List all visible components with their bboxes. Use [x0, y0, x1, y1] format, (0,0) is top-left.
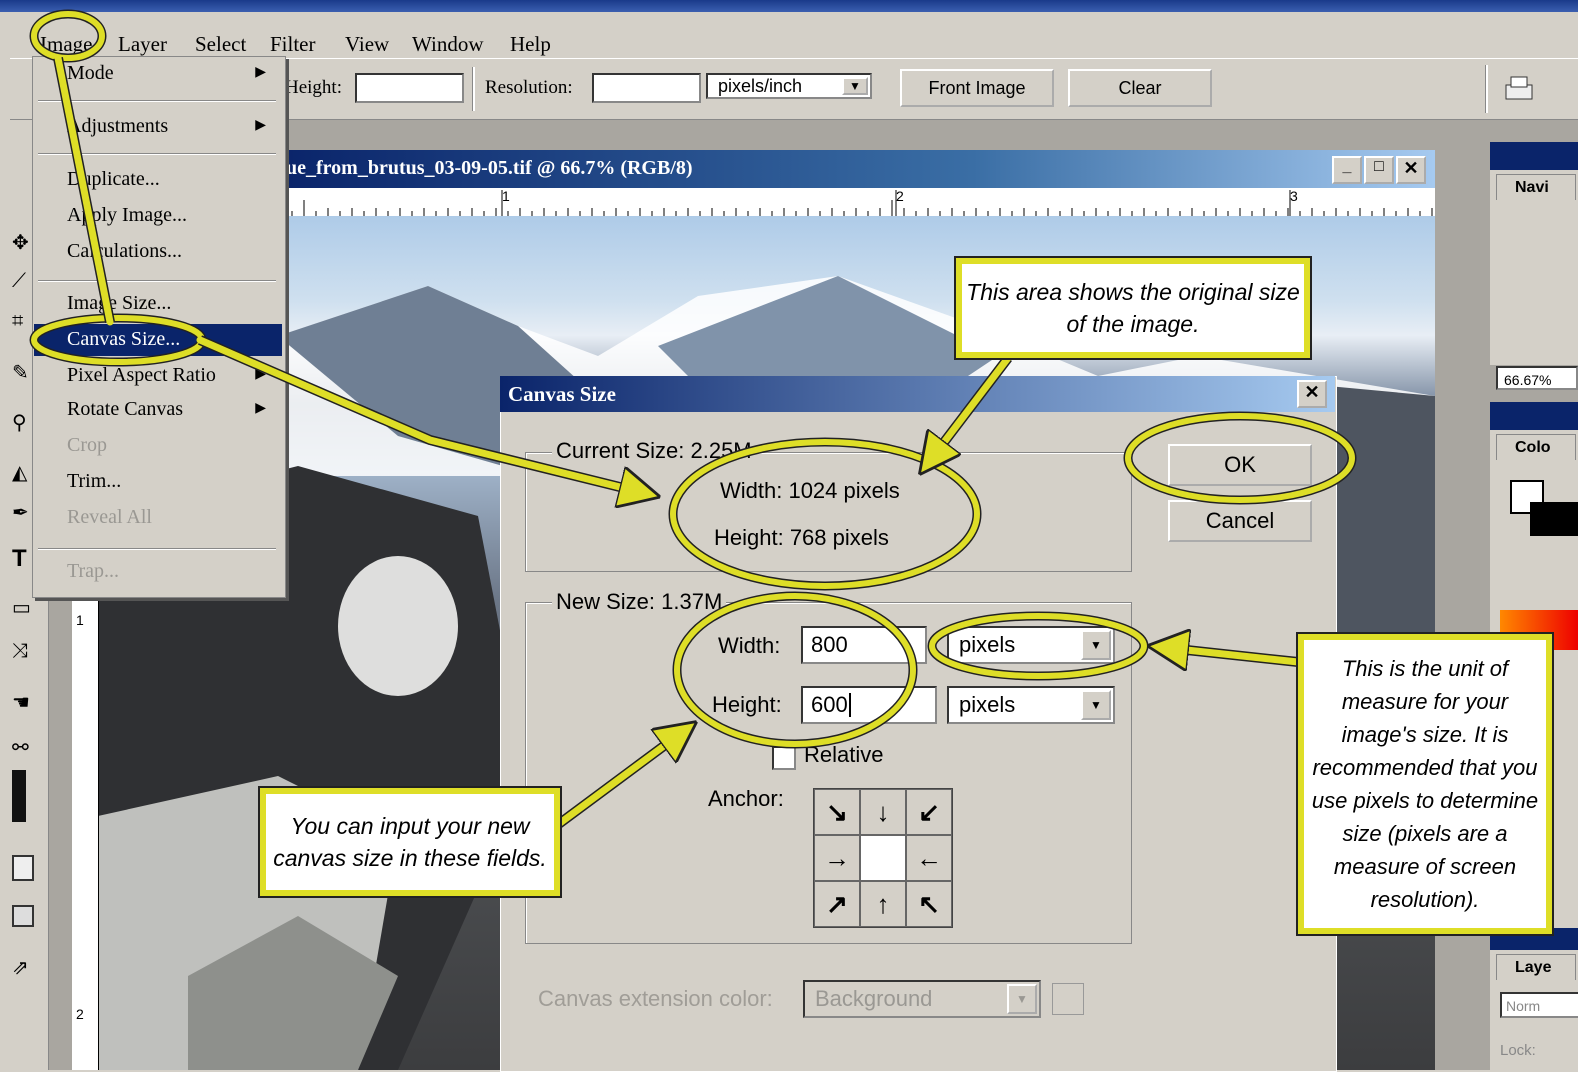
highlight-circle — [31, 11, 105, 61]
highlight-circle — [670, 439, 980, 589]
highlight-circle — [929, 613, 1147, 679]
highlight-circle — [1125, 413, 1355, 503]
highlight-circle — [674, 593, 916, 747]
callout-input-fields: You can input your new canvas size in th… — [258, 786, 562, 898]
pointer-arrow — [54, 54, 114, 326]
highlight-circle — [31, 315, 205, 365]
callout-unit-of-measure: This is the unit of measure for your ima… — [1296, 632, 1554, 936]
callout-original-size: This area shows the original size of the… — [954, 256, 1312, 360]
pointer-arrow — [196, 336, 640, 492]
pointer-arrow — [552, 734, 680, 830]
pointer-arrow — [932, 354, 1012, 458]
